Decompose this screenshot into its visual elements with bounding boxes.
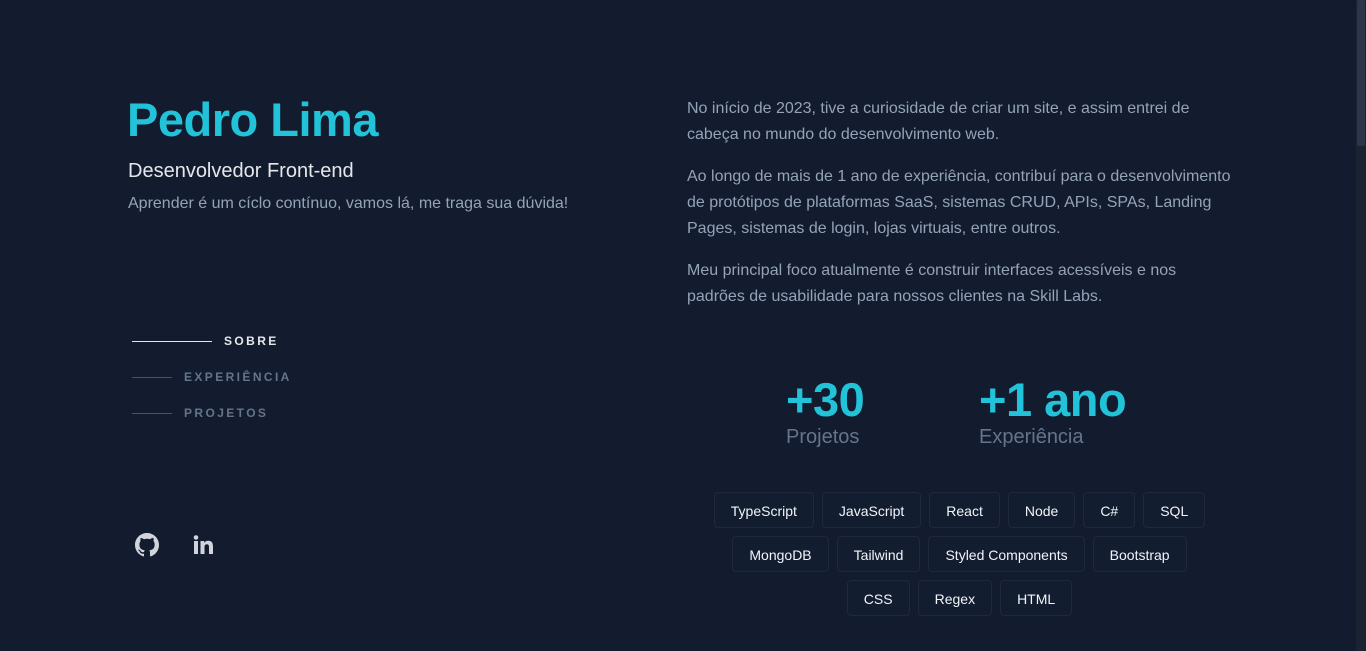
skill-tag: JavaScript xyxy=(821,492,922,528)
about-paragraph: Ao longo de mais de 1 ano de experiência… xyxy=(687,168,1231,237)
scrollbar[interactable] xyxy=(1356,0,1366,651)
stat-value: +30 xyxy=(786,373,865,426)
skill-tag: MongoDB xyxy=(732,536,829,572)
skills-list: TypeScript JavaScript React Node C# SQL … xyxy=(687,492,1232,624)
nav-item-label: SOBRE xyxy=(224,334,279,348)
nav-item-sobre[interactable]: SOBRE xyxy=(132,330,292,352)
skill-tag: Regex xyxy=(917,580,993,616)
github-icon xyxy=(135,533,159,561)
skill-tag: Styled Components xyxy=(928,536,1085,572)
github-link[interactable] xyxy=(135,533,159,557)
about-paragraph: Meu principal foco atualmente é construi… xyxy=(687,262,1177,305)
nav-indicator-line xyxy=(132,376,172,378)
linkedin-icon xyxy=(191,535,215,561)
nav-indicator-line xyxy=(132,340,212,342)
stat-projects: +30 Projetos xyxy=(786,372,865,448)
scrollbar-thumb[interactable] xyxy=(1357,0,1365,146)
nav-indicator-line xyxy=(132,412,172,414)
nav-item-experiencia[interactable]: EXPERIÊNCIA xyxy=(132,366,292,388)
skill-row: TypeScript JavaScript React Node C# SQL xyxy=(687,492,1232,528)
profile-name: Pedro Lima xyxy=(127,93,378,146)
skill-row: CSS Regex HTML xyxy=(687,580,1232,616)
nav-item-projetos[interactable]: PROJETOS xyxy=(132,402,292,424)
skill-tag: React xyxy=(929,492,1000,528)
profile-role: Desenvolvedor Front-end xyxy=(128,160,354,182)
nav-item-label: EXPERIÊNCIA xyxy=(184,370,292,384)
skill-tag: Tailwind xyxy=(836,536,921,572)
section-nav: SOBRE EXPERIÊNCIA PROJETOS xyxy=(132,330,292,438)
skill-tag: Node xyxy=(1007,492,1076,528)
about-paragraph: No início de 2023, tive a curiosidade de… xyxy=(687,100,1190,143)
skill-tag: HTML xyxy=(1000,580,1073,616)
skill-tag: Bootstrap xyxy=(1092,536,1187,572)
stat-experience: +1 ano Experiência xyxy=(979,372,1127,448)
skill-tag: TypeScript xyxy=(713,492,814,528)
stat-value: +1 ano xyxy=(979,373,1127,426)
nav-item-label: PROJETOS xyxy=(184,406,269,420)
stat-label: Projetos xyxy=(786,426,860,448)
social-links xyxy=(135,533,215,557)
linkedin-link[interactable] xyxy=(191,533,215,557)
skill-row: MongoDB Tailwind Styled Components Boots… xyxy=(687,536,1232,572)
stat-label: Experiência xyxy=(979,426,1084,448)
skill-tag: SQL xyxy=(1143,492,1206,528)
about-section: No início de 2023, tive a curiosidade de… xyxy=(687,96,1232,326)
profile-tagline: Aprender é um cíclo contínuo, vamos lá, … xyxy=(128,195,569,212)
skill-tag: CSS xyxy=(846,580,910,616)
skill-tag: C# xyxy=(1083,492,1136,528)
